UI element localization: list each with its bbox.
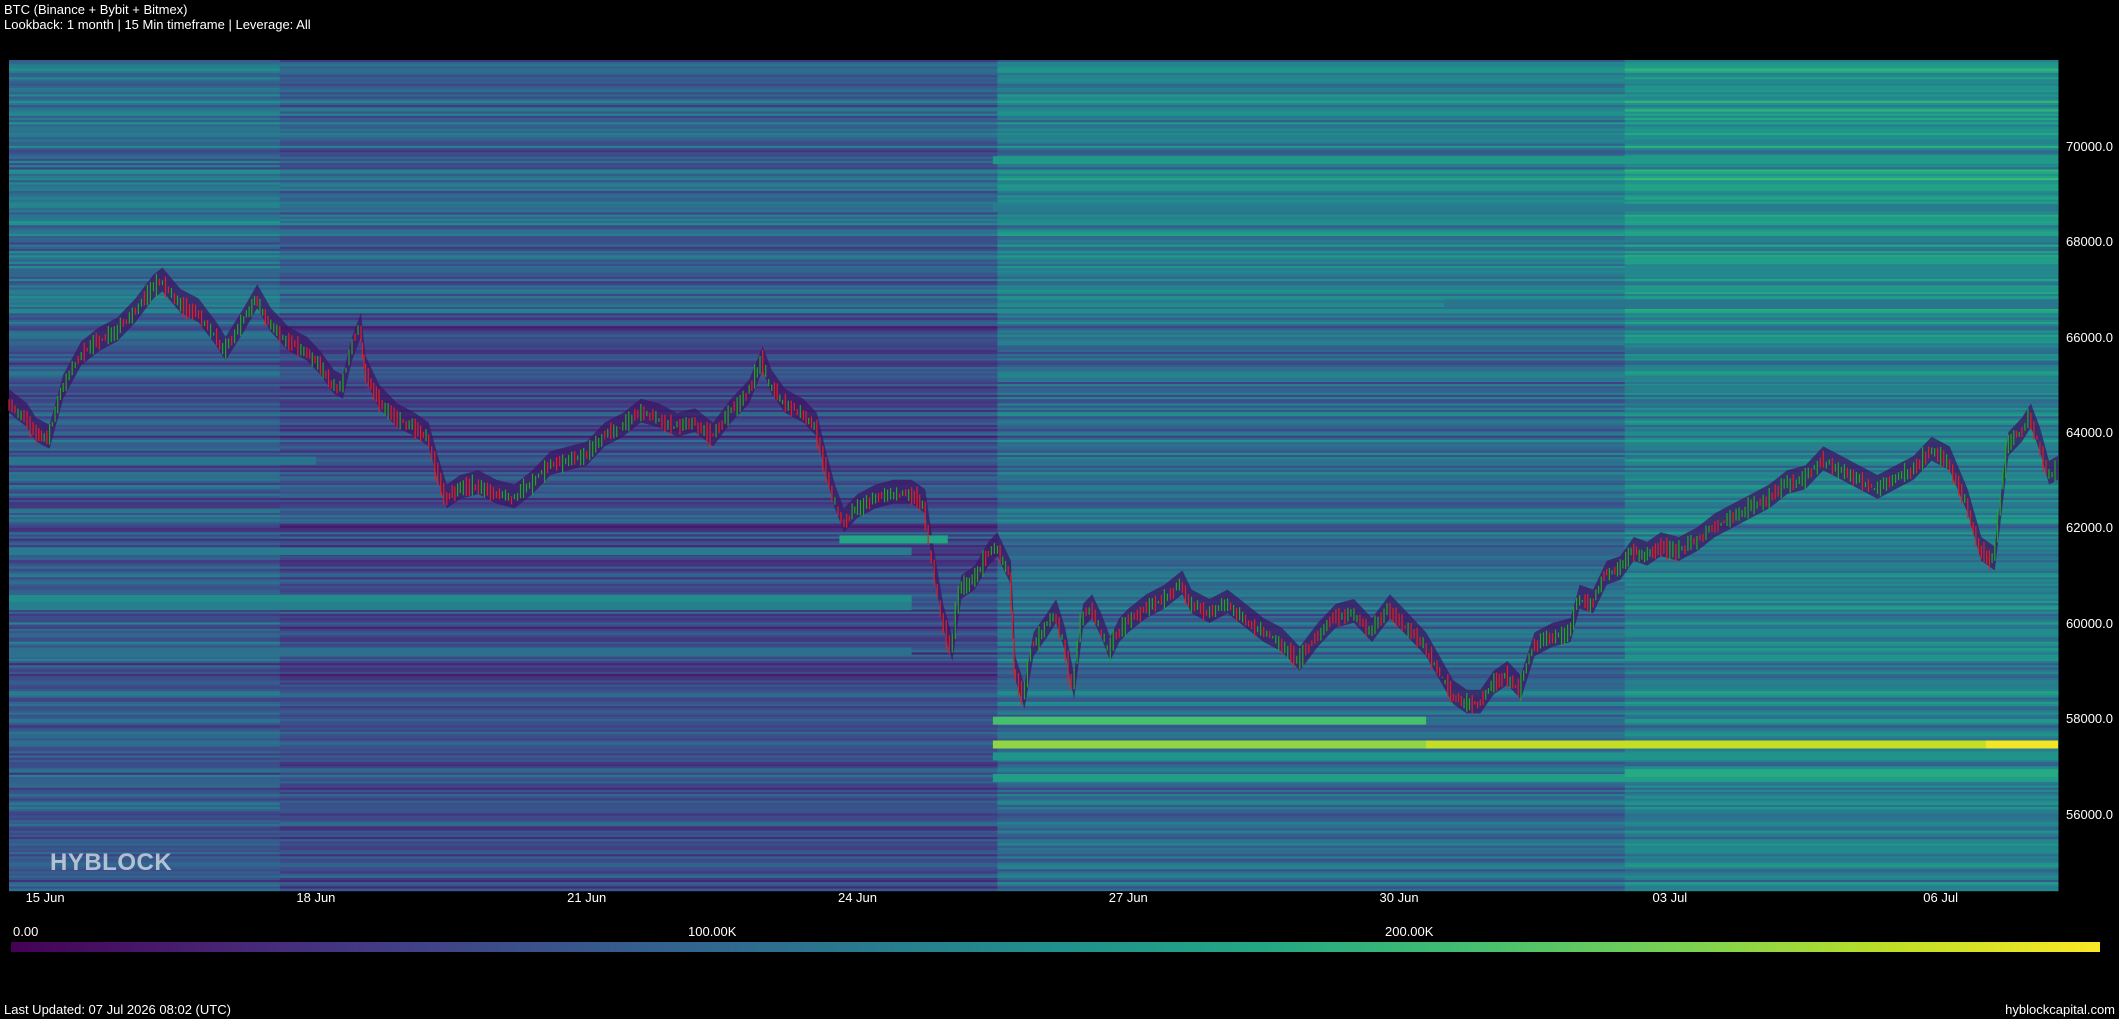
liquidation-band xyxy=(992,203,2058,212)
chart-title: BTC (Binance + Bybit + Bitmex) xyxy=(4,2,188,17)
liquidation-band xyxy=(1624,265,2058,274)
x-tick-label: 15 Jun xyxy=(25,890,65,905)
heatmap-rows xyxy=(9,60,2059,892)
x-tick-label: 18 Jun xyxy=(296,890,336,905)
x-tick-label: 21 Jun xyxy=(567,890,607,905)
liquidation-band xyxy=(992,156,2058,165)
liquidation-band xyxy=(1444,299,2058,308)
liquidation-band xyxy=(9,547,912,556)
y-tick-label: 70000.0 xyxy=(2066,138,2113,154)
colorbar-label-mid: 100.00K xyxy=(688,924,737,939)
liquidation-band xyxy=(9,456,316,465)
colorbar-label-min: 0.00 xyxy=(13,924,39,939)
liquidation-band xyxy=(1985,740,2058,749)
colorbar xyxy=(11,942,2100,952)
heat-cell xyxy=(997,888,1626,892)
liquidation-band xyxy=(1624,769,2058,778)
liquidation-band xyxy=(1624,385,2058,394)
heat-cell xyxy=(279,888,998,892)
liquidation-band xyxy=(9,602,912,611)
liquidation-band xyxy=(839,535,948,544)
liquidation-band xyxy=(992,716,1427,725)
y-tick-label: 62000.0 xyxy=(2066,520,2113,536)
y-tick-label: 56000.0 xyxy=(2066,806,2113,822)
x-tick-label: 27 Jun xyxy=(1108,890,1148,905)
site-credit: hyblockcapital.com xyxy=(2005,1002,2115,1017)
hyblock-watermark: HYBLOCK xyxy=(50,849,173,876)
colorbar-label-high: 200.00K xyxy=(1385,924,1434,939)
y-tick-label: 68000.0 xyxy=(2066,234,2113,250)
liquidation-band xyxy=(992,752,2058,761)
liquidation-band xyxy=(9,647,912,656)
x-tick-label: 24 Jun xyxy=(837,890,878,905)
y-tick-label: 66000.0 xyxy=(2066,329,2113,345)
x-tick-label: 30 Jun xyxy=(1379,890,1419,905)
heat-cell xyxy=(1624,888,2059,892)
last-updated: Last Updated: 07 Jul 2026 08:02 (UTC) xyxy=(4,1002,231,1017)
liquidation-band xyxy=(1624,256,2058,265)
x-tick-label: 03 Jul xyxy=(1652,890,1688,905)
x-tick-label: 06 Jul xyxy=(1923,890,1959,905)
liquidation-heatmap-chart xyxy=(8,60,2059,892)
liquidation-band xyxy=(1426,740,2058,749)
y-tick-label: 60000.0 xyxy=(2066,615,2113,631)
liquidation-band xyxy=(9,595,912,604)
y-tick-label: 64000.0 xyxy=(2066,425,2113,441)
y-tick-label: 58000.0 xyxy=(2066,711,2113,727)
chart-subtitle: Lookback: 1 month | 15 Min timeframe | L… xyxy=(4,17,311,32)
